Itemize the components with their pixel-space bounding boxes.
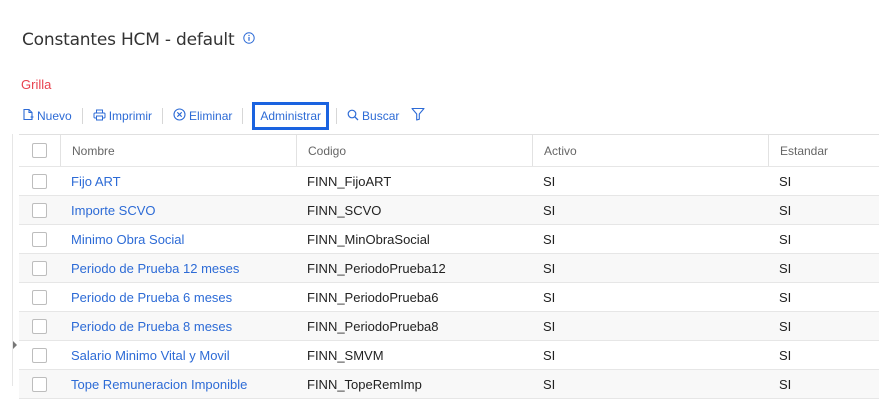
table-row[interactable]: Periodo de Prueba 8 meses FINN_PeriodoPr… [19,312,879,341]
estandar-cell: SI [779,260,792,276]
nuevo-label: Nuevo [37,109,72,123]
row-select-cell [19,196,60,224]
codigo-cell: FINN_FijoART [307,173,392,189]
codigo-cell: FINN_SCVO [307,202,382,218]
nombre-link[interactable]: Salario Minimo Vital y Movil [60,341,296,369]
activo-cell: SI [543,347,556,363]
imprimir-label: Imprimir [108,109,153,123]
page-title: Constantes HCM - default [22,30,255,50]
table-row[interactable]: Periodo de Prueba 6 meses FINN_PeriodoPr… [19,283,879,312]
administrar-button[interactable]: Administrar [252,102,330,130]
activo-cell: SI [543,260,556,276]
estandar-cell: SI [779,173,792,189]
row-checkbox[interactable] [32,202,47,218]
imprimir-button[interactable]: Imprimir [90,105,155,127]
eliminar-button[interactable]: Eliminar [170,105,235,127]
row-select-cell [19,225,60,253]
codigo-cell: FINN_PeriodoPrueba12 [307,260,446,276]
activo-cell: SI [543,289,556,305]
nombre-link[interactable]: Periodo de Prueba 6 meses [60,283,296,311]
activo-cell: SI [543,318,556,334]
estandar-cell: SI [779,231,792,247]
row-select-cell [19,370,60,398]
row-checkbox[interactable] [32,231,47,247]
row-select-cell [19,341,60,369]
codigo-cell: FINN_MinObraSocial [307,231,430,247]
table-row[interactable]: Importe SCVO FINN_SCVO SI SI [19,196,879,225]
printer-icon [93,109,106,124]
row-select-cell [19,254,60,282]
search-icon [347,109,359,124]
table-row[interactable]: Salario Minimo Vital y Movil FINN_SMVM S… [19,341,879,370]
nombre-link[interactable]: Periodo de Prueba 8 meses [60,312,296,340]
row-select-cell [19,283,60,311]
filter-icon [411,107,425,126]
toolbar-divider [81,108,83,124]
nombre-link[interactable]: Minimo Obra Social [60,225,296,253]
administrar-label: Administrar [260,109,322,123]
estandar-cell: SI [779,347,792,363]
info-icon[interactable] [242,29,255,49]
table-row[interactable]: Fijo ART FINN_FijoART SI SI [19,167,879,196]
nombre-link[interactable]: Periodo de Prueba 12 meses [60,254,296,282]
codigo-cell: FINN_TopeRemImp [307,376,422,392]
column-header-estandar[interactable]: Estandar [768,135,879,166]
estandar-cell: SI [779,202,792,218]
row-expand-marker-icon[interactable] [13,341,17,349]
toolbar-divider [162,108,164,124]
eliminar-label: Eliminar [189,109,233,123]
column-header-activo[interactable]: Activo [532,135,768,166]
table-row[interactable]: Minimo Obra Social FINN_MinObraSocial SI… [19,225,879,254]
codigo-cell: FINN_SMVM [307,347,384,363]
estandar-cell: SI [779,289,792,305]
row-checkbox[interactable] [32,347,47,363]
activo-cell: SI [543,231,556,247]
new-document-icon [22,108,34,124]
delete-circle-icon [173,108,186,124]
activo-cell: SI [543,202,556,218]
page-title-text: Constantes HCM - default [22,30,235,50]
row-checkbox[interactable] [32,173,47,189]
nombre-link[interactable]: Importe SCVO [60,196,296,224]
activo-cell: SI [543,376,556,392]
row-checkbox[interactable] [32,289,47,305]
nuevo-button[interactable]: Nuevo [19,105,75,127]
section-label: Grilla [21,77,52,92]
select-all-cell [19,135,60,166]
select-all-checkbox[interactable] [32,143,47,158]
column-header-codigo[interactable]: Codigo [296,135,532,166]
grid-header-row: Nombre Codigo Activo Estandar [19,134,879,167]
data-grid: Nombre Codigo Activo Estandar Fijo ART F… [19,134,879,399]
estandar-cell: SI [779,376,792,392]
activo-cell: SI [543,173,556,189]
row-select-cell [19,312,60,340]
table-row[interactable]: Periodo de Prueba 12 meses FINN_PeriodoP… [19,254,879,283]
toolbar-divider [336,108,338,124]
column-header-nombre[interactable]: Nombre [60,135,296,166]
codigo-cell: FINN_PeriodoPrueba6 [307,289,439,305]
estandar-cell: SI [779,318,792,334]
codigo-cell: FINN_PeriodoPrueba8 [307,318,439,334]
row-select-cell [19,167,60,195]
nombre-link[interactable]: Tope Remuneracion Imponible [60,370,296,398]
buscar-button[interactable]: Buscar [344,105,402,127]
toolbar: Nuevo Imprimir Eliminar Administrar Busc… [19,100,425,132]
row-checkbox[interactable] [32,260,47,276]
row-checkbox[interactable] [32,318,47,334]
nombre-link[interactable]: Fijo ART [60,167,296,195]
toolbar-divider [242,108,244,124]
table-row[interactable]: Tope Remuneracion Imponible FINN_TopeRem… [19,370,879,399]
buscar-label: Buscar [362,109,400,123]
row-checkbox[interactable] [32,376,47,392]
filter-button[interactable] [411,107,425,126]
